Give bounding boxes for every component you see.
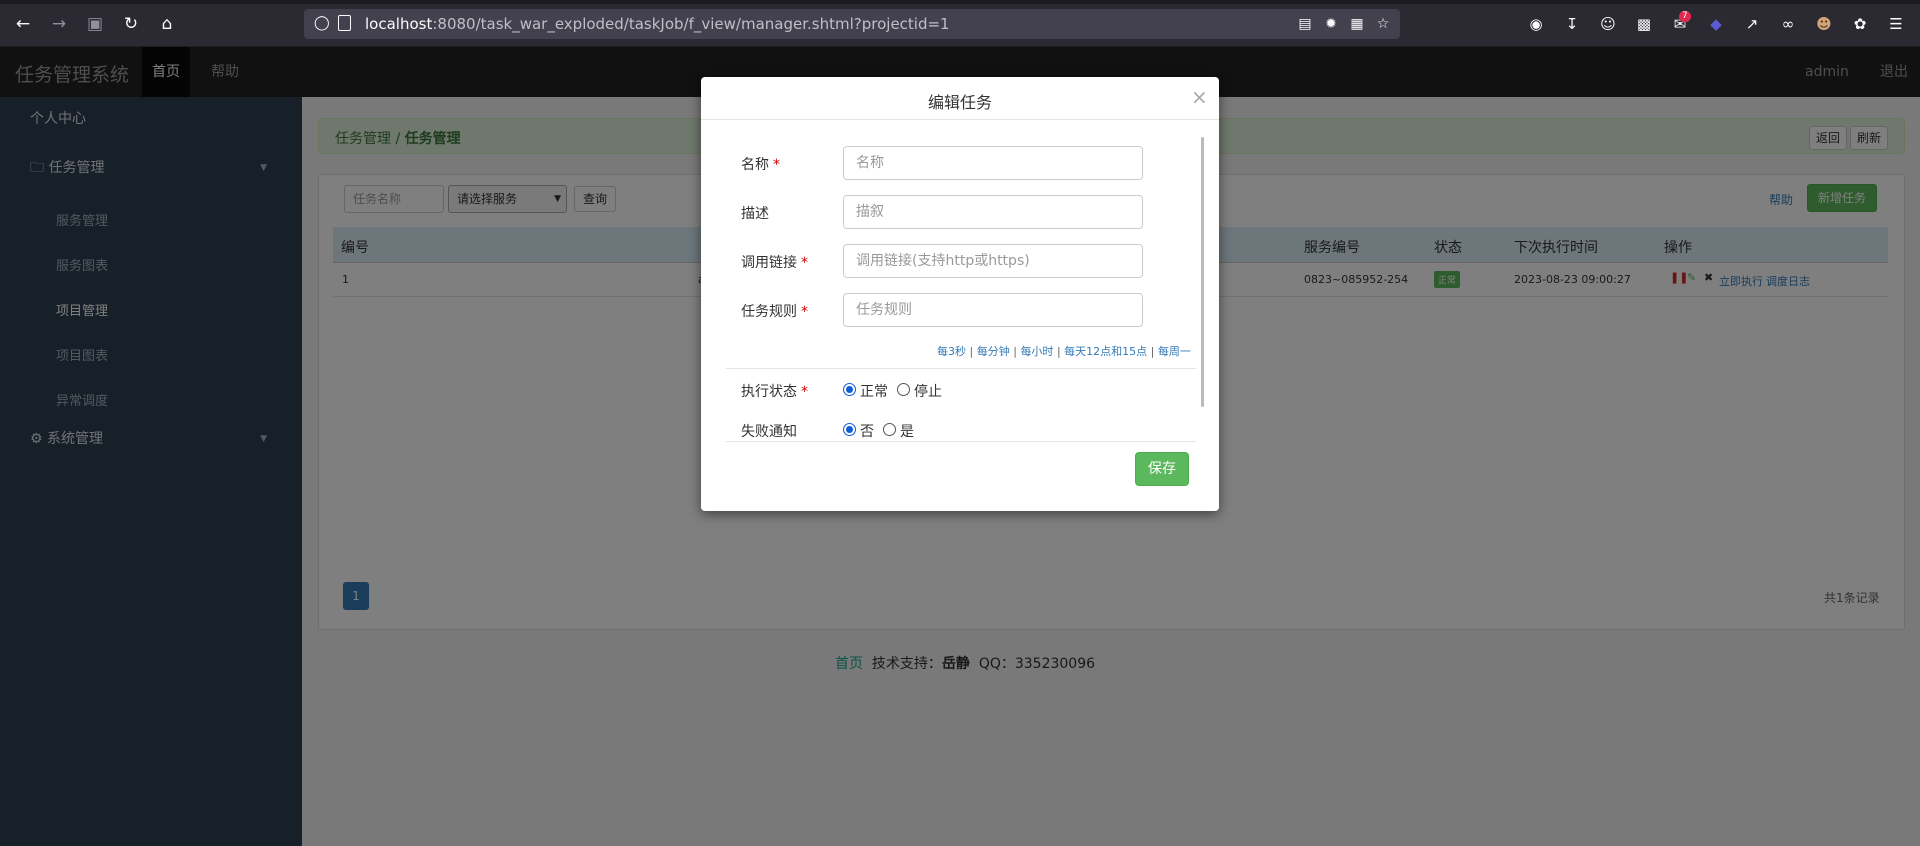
menu-icon[interactable]: ☰: [1886, 14, 1906, 34]
home-icon[interactable]: ⌂: [157, 14, 177, 34]
name-field[interactable]: 名称: [843, 146, 1143, 180]
extension-glasses-icon[interactable]: ▩: [1634, 14, 1654, 34]
screenshot-icon[interactable]: ▣: [85, 14, 105, 34]
edit-task-modal: 编辑任务 × 名称 * 名称 描述 描叙 调用链接 * 调用链接(支持http或ht…: [701, 77, 1219, 511]
modal-divider: [701, 119, 1219, 120]
page-icon[interactable]: [338, 15, 351, 31]
qr-code-icon[interactable]: ▦: [1348, 15, 1366, 33]
notify-yes-label[interactable]: 是: [900, 421, 914, 441]
rule-label: 任务规则 *: [741, 304, 808, 320]
modal-footer-divider: [726, 441, 1196, 442]
rule-every-hour[interactable]: 每小时: [1020, 345, 1053, 358]
rule-field[interactable]: 任务规则: [843, 293, 1143, 327]
notify-no-label[interactable]: 否: [860, 421, 874, 441]
rule-daily-12-15[interactable]: 每天12点和15点: [1064, 345, 1147, 358]
state-stop-label[interactable]: 停止: [914, 381, 942, 401]
rule-every-3s[interactable]: 每3秒: [937, 345, 966, 358]
rule-every-minute[interactable]: 每分钟: [977, 345, 1010, 358]
state-normal-radio[interactable]: [843, 383, 856, 396]
state-label: 执行状态 *: [741, 384, 808, 400]
notify-yes-radio[interactable]: [883, 423, 896, 436]
close-icon[interactable]: ×: [1191, 85, 1208, 109]
desc-label: 描述: [741, 206, 769, 222]
rule-shortcuts: 每3秒 | 每分钟 | 每小时 | 每天12点和15点 | 每周一: [937, 345, 1191, 358]
desc-field[interactable]: 描叙: [843, 195, 1143, 229]
download-icon[interactable]: ↧: [1562, 14, 1582, 34]
reader-view-icon[interactable]: ▤: [1296, 15, 1314, 33]
forward-arrow-icon[interactable]: →: [49, 14, 69, 34]
state-normal-label[interactable]: 正常: [860, 381, 888, 401]
address-bar[interactable]: ◯ localhost:8080/task_war_exploded/taskJ…: [304, 9, 1400, 39]
share-icon[interactable]: ↗: [1742, 14, 1762, 34]
rule-every-monday[interactable]: 每周一: [1158, 345, 1191, 358]
back-arrow-icon[interactable]: ←: [13, 14, 33, 34]
name-label: 名称 *: [741, 157, 780, 173]
profile-icon[interactable]: ☺: [1598, 14, 1618, 34]
modal-title: 编辑任务: [927, 93, 992, 112]
state-stop-radio[interactable]: [897, 383, 910, 396]
tab-strip: [0, 0, 1920, 4]
bookmark-star-icon[interactable]: ☆: [1374, 15, 1392, 33]
notify-no-radio[interactable]: [843, 423, 856, 436]
form-divider: [726, 368, 1196, 369]
extension-cube-icon[interactable]: ◆: [1706, 14, 1726, 34]
notify-label: 失败通知: [741, 424, 797, 440]
url-field[interactable]: 调用链接(支持http或https): [843, 244, 1143, 278]
notification-badge: 7: [1679, 11, 1691, 22]
save-button[interactable]: 保存: [1135, 452, 1189, 486]
url-text[interactable]: localhost:8080/task_war_exploded/taskJob…: [365, 15, 950, 33]
reload-icon[interactable]: ↻: [121, 14, 141, 34]
infinity-icon[interactable]: ∞: [1778, 14, 1798, 34]
browser-toolbar: ← → ▣ ↻ ⌂ ◯ localhost:8080/task_war_expl…: [0, 0, 1920, 47]
record-icon[interactable]: ◉: [1526, 14, 1546, 34]
shield-icon[interactable]: ◯: [314, 15, 330, 31]
extension-bird-icon[interactable]: ✿: [1850, 14, 1870, 34]
bug-icon[interactable]: ✹: [1322, 15, 1340, 33]
url-label: 调用链接 *: [741, 255, 808, 271]
modal-scrollbar[interactable]: [1201, 137, 1204, 407]
extension-avatar-icon[interactable]: ☻: [1814, 14, 1834, 34]
